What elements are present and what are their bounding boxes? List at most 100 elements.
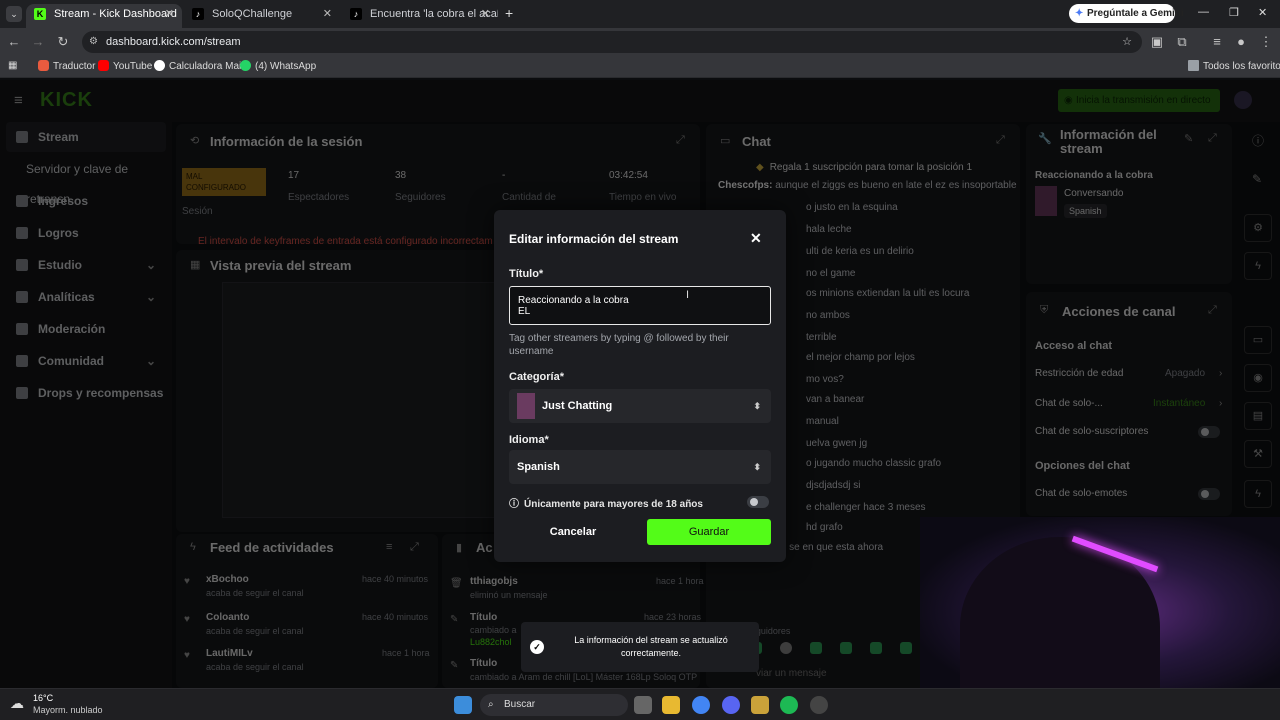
pinned-gift-message: ◆ Regala 1 suscripción para tomar la posi…	[756, 162, 973, 173]
settings-icon[interactable]: ⚙	[1244, 214, 1272, 242]
chat-message: terrible	[806, 332, 837, 343]
channel-actions-panel: Acciones de canal ⛨ ⤢ Acceso al chat Res…	[1026, 292, 1232, 516]
emote-icon[interactable]	[900, 642, 912, 654]
bookmark-youtube[interactable]: YouTube	[98, 60, 152, 72]
bookmark-star-icon[interactable]: ☆	[1122, 31, 1132, 53]
sidebar-item-server-key[interactable]: Servidor y clave de retransn	[6, 154, 166, 206]
maximize-icon[interactable]: ❐	[1229, 6, 1239, 19]
stream-info-title: Información del stream	[1060, 127, 1157, 156]
forward-icon[interactable]: →	[30, 34, 46, 50]
wrench-icon[interactable]: ⚒	[1244, 440, 1272, 468]
reload-icon[interactable]: ↻	[55, 34, 71, 50]
sidebar-item-ingresos[interactable]: Ingresos	[6, 186, 166, 216]
expand-icon[interactable]: ⤢	[410, 541, 419, 554]
minimize-icon[interactable]: —	[1198, 6, 1209, 18]
bookmark-traductor[interactable]: Traductor	[38, 60, 95, 72]
browser-tab-bar: ⌄ K Stream - Kick Dashboard ✕ ♪ SoloQCha…	[0, 0, 1280, 28]
expand-icon[interactable]: ⤢	[1208, 132, 1217, 145]
expand-icon[interactable]: ⤢	[676, 134, 685, 147]
tab-encuentra[interactable]: ♪ Encuentra 'la cobra el acabado ✕	[342, 4, 498, 28]
user-avatar[interactable]	[1234, 91, 1252, 109]
new-tab-icon[interactable]: +	[505, 5, 513, 21]
task-view-icon[interactable]	[634, 696, 652, 714]
expand-icon[interactable]: ⤢	[1208, 304, 1217, 317]
spotify-icon[interactable]	[780, 696, 798, 714]
edit-pencil-icon[interactable]: ✎	[1184, 132, 1193, 145]
pencil-icon[interactable]: ✎	[1252, 172, 1262, 186]
sidebar-item-drops[interactable]: Drops y recompensas	[6, 378, 166, 408]
emote-icon[interactable]	[810, 642, 822, 654]
list-icon[interactable]: ▤	[1244, 402, 1272, 430]
taskbar-search[interactable]: ⌕ Buscar	[480, 694, 628, 716]
webcam-overlay	[920, 517, 1280, 688]
slow-mode-row[interactable]: Chat de solo-... Instantáneo ›	[1035, 398, 1225, 409]
age-restriction-row[interactable]: Restricción de edad Apagado ›	[1035, 368, 1225, 379]
chat-text: o justo en la esquina	[806, 202, 898, 213]
sidebar-item-moderacion[interactable]: Moderación	[6, 314, 166, 344]
site-info-icon[interactable]: ⚙	[89, 31, 98, 53]
emote-icon[interactable]	[780, 642, 792, 654]
emotes-only-toggle[interactable]	[1198, 488, 1220, 500]
close-icon[interactable]: ✕	[750, 230, 762, 247]
address-bar[interactable]: ⚙ dashboard.kick.com/stream ☆	[82, 31, 1142, 53]
tab-title: Stream - Kick Dashboard	[54, 8, 177, 20]
tab-soloqchallenge[interactable]: ♪ SoloQChallenge ✕	[184, 4, 340, 28]
extensions-icon[interactable]: ⧉	[1174, 34, 1190, 50]
tab-kick-dashboard[interactable]: K Stream - Kick Dashboard ✕	[26, 4, 182, 28]
close-tab-icon[interactable]: ✕	[481, 4, 490, 24]
sidebar-item-analiticas[interactable]: Analíticas ⌄	[6, 282, 166, 312]
emote-icon[interactable]	[870, 642, 882, 654]
expand-icon[interactable]: ⤢	[996, 134, 1005, 147]
emotes-only-row: Chat de solo-emotes	[1035, 488, 1128, 499]
subscribers-only-toggle[interactable]	[1198, 426, 1220, 438]
profile-avatar-icon[interactable]: ●	[1233, 34, 1249, 50]
sidebar-item-stream[interactable]: Stream	[6, 122, 166, 152]
chat-username[interactable]: Chescofps:	[718, 180, 772, 191]
weather-widget[interactable]: ☁ 16°C Mayorm. nublado	[10, 693, 120, 717]
chrome-icon[interactable]	[692, 696, 710, 714]
lightning-icon[interactable]: ϟ	[1244, 480, 1272, 508]
chat-bubble-icon[interactable]: ▭	[1244, 326, 1272, 354]
google-icon	[154, 60, 165, 71]
cancel-button[interactable]: Cancelar	[509, 519, 637, 545]
gemini-button[interactable]: ✦ Pregúntale a Gemini	[1069, 4, 1184, 23]
obs-icon[interactable]	[810, 696, 828, 714]
close-tab-icon[interactable]: ✕	[323, 4, 332, 24]
menu-kebab-icon[interactable]: ⋮	[1258, 34, 1274, 50]
file-explorer-icon[interactable]	[662, 696, 680, 714]
sidebar-item-estudio[interactable]: Estudio ⌄	[6, 250, 166, 280]
bookmark-whatsapp[interactable]: (4) WhatsApp	[240, 60, 316, 72]
chat-text: no el game	[806, 268, 856, 279]
emote-icon[interactable]	[840, 642, 852, 654]
kick-logo[interactable]: KICK	[40, 89, 93, 112]
windows-start-icon[interactable]	[454, 696, 472, 714]
back-icon[interactable]: ←	[6, 34, 22, 50]
lightning-icon[interactable]: ϟ	[1244, 252, 1272, 280]
category-thumbnail	[517, 393, 535, 419]
filter-icon[interactable]: ≡	[386, 541, 392, 553]
sidebar-item-comunidad[interactable]: Comunidad ⌄	[6, 346, 166, 376]
close-tab-icon[interactable]: ✕	[165, 4, 174, 24]
window-close-icon[interactable]: ✕	[1258, 6, 1267, 19]
broadcast-icon[interactable]: ◉	[1244, 364, 1272, 392]
adult-only-toggle[interactable]	[747, 496, 769, 508]
chat-text: hala leche	[806, 224, 852, 235]
chat-message: djsdjadsdj si	[806, 480, 860, 491]
apps-grid-icon[interactable]: ▦	[8, 60, 17, 71]
info-icon[interactable]: ⓘ	[1252, 132, 1264, 149]
hamburger-menu-icon[interactable]: ≡	[14, 92, 23, 109]
start-stream-button[interactable]: ◉ Inicia la transmisión en directo	[1058, 89, 1220, 112]
title-textarea[interactable]: Reaccionando a la cobra EL I	[509, 286, 771, 325]
category-select[interactable]: Just Chatting ⬍	[509, 389, 771, 423]
check-circle-icon: ✓	[530, 640, 544, 654]
tab-list-chevron-icon[interactable]: ⌄	[6, 6, 22, 22]
cast-icon[interactable]: ▣	[1149, 34, 1165, 50]
bookmark-calculadora[interactable]: Calculadora Main	[154, 60, 247, 72]
discord-icon[interactable]	[722, 696, 740, 714]
reading-list-icon[interactable]: ≡	[1209, 34, 1225, 50]
all-bookmarks[interactable]: Todos los favoritos	[1188, 60, 1280, 72]
language-select[interactable]: Spanish ⬍	[509, 450, 771, 484]
sidebar-item-logros[interactable]: Logros	[6, 218, 166, 248]
save-button[interactable]: Guardar	[647, 519, 771, 545]
app-icon[interactable]	[751, 696, 769, 714]
